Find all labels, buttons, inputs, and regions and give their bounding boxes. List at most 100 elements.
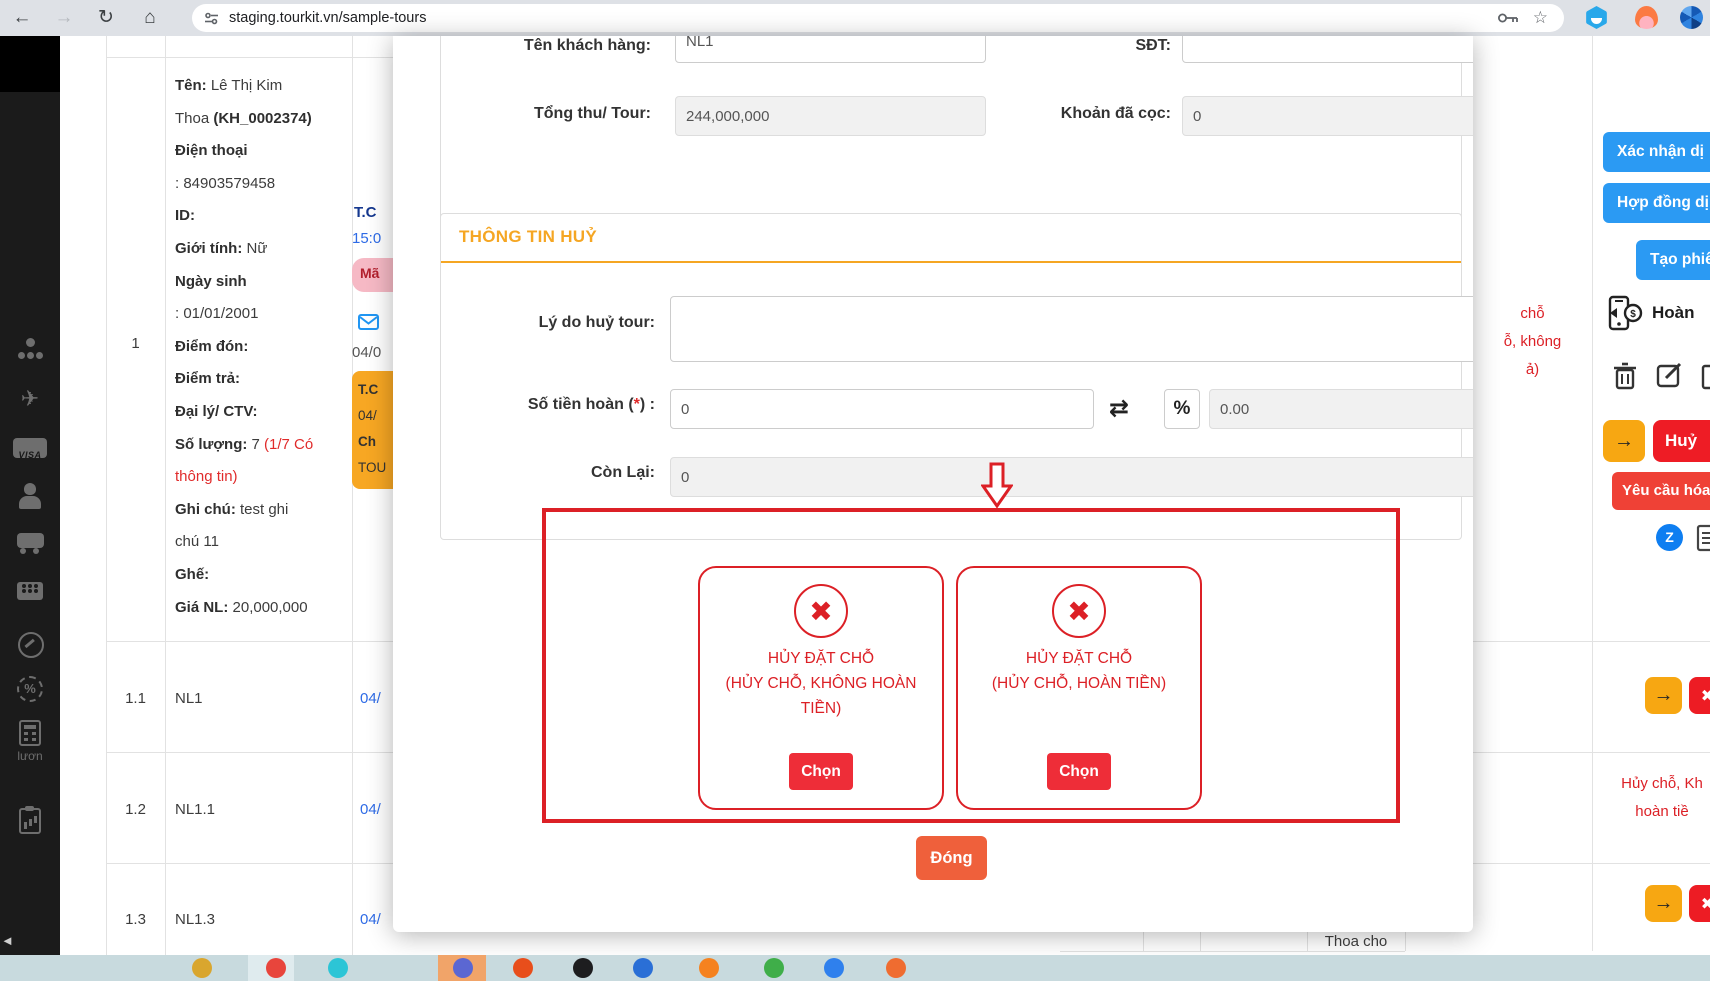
email-icon[interactable]	[358, 314, 379, 330]
confirm-service-button[interactable]: Xác nhận dị	[1603, 132, 1710, 172]
document-icon[interactable]	[1696, 524, 1710, 552]
sidebar-item-airplane[interactable]: ✈	[0, 386, 60, 412]
cancel-reason-textarea[interactable]	[670, 296, 1473, 362]
tour-badge-line: TOU	[358, 455, 393, 481]
row-cancel-note: Hủy chỗ, Kh hoàn tiề	[1598, 770, 1710, 826]
reload-icon[interactable]: ↻	[92, 4, 120, 32]
refund-phone-icon[interactable]: $	[1606, 294, 1644, 332]
extra-action-icon[interactable]	[1700, 362, 1710, 390]
taskbar-app-gold[interactable]	[192, 958, 212, 978]
cancel-no-refund-option[interactable]: ✖ HỦY ĐẶT CHỖ (HỦY CHỖ, KHÔNG HOÀN TIỀN)…	[698, 566, 944, 810]
grid-line	[106, 863, 393, 864]
bookmark-star-icon[interactable]: ☆	[1533, 8, 1548, 28]
address-bar[interactable]: staging.tourkit.vn/sample-tours ☆	[192, 4, 1564, 32]
deposit-label: Khoản đã cọc:	[981, 105, 1171, 123]
taskbar-app-redorange[interactable]	[513, 958, 533, 978]
passenger-name: NL1	[175, 690, 203, 707]
taskbar-app-teal[interactable]	[328, 958, 348, 978]
status-column-strip: T.C 15:0 Mã 04/0 T.C 04/ Ch TOU	[352, 36, 393, 932]
home-icon[interactable]: ⌂	[136, 4, 164, 32]
choose-no-refund-button[interactable]: Chọn	[789, 753, 853, 790]
sidebar-item-discount-percent[interactable]: %	[0, 676, 60, 702]
sidebar-item-visa-card[interactable]: VISA	[0, 435, 60, 458]
status-code: T.C	[354, 204, 377, 221]
taskbar-app-orange[interactable]	[699, 958, 719, 978]
close-modal-button[interactable]: Đóng	[916, 836, 987, 880]
total-revenue-input[interactable]: 244,000,000	[675, 96, 986, 136]
create-receipt-button[interactable]: Tạo phiếu t	[1636, 240, 1710, 280]
row-forward-button[interactable]: →	[1645, 677, 1682, 714]
org-network-icon	[16, 336, 44, 362]
tour-badge-line: Ch	[358, 429, 393, 455]
taskbar-app-lightblue[interactable]	[824, 958, 844, 978]
right-arrow-icon: →	[1614, 430, 1634, 453]
right-arrow-icon: →	[1654, 684, 1674, 707]
refund-amount-input[interactable]: 0	[670, 389, 1094, 429]
trash-icon[interactable]	[1612, 362, 1638, 390]
grid-line	[1405, 932, 1406, 951]
invoice-request-button[interactable]: Yêu cầu hóa	[1612, 472, 1710, 510]
remaining-label: Còn Lại:	[441, 464, 655, 482]
customer-summary-card: Tên khách hàng: NL1 SĐT: Tổng thu/ Tour:…	[440, 36, 1462, 226]
taskbar-app-black[interactable]	[573, 958, 593, 978]
row-cancel-button[interactable]: ✖	[1689, 677, 1710, 714]
taskbar-app-blue[interactable]	[633, 958, 653, 978]
browser-toolbar: ← → ↻ ⌂ staging.tourkit.vn/sample-tours …	[0, 0, 1710, 36]
sidebar-item-bus[interactable]	[0, 530, 60, 556]
sidebar-item-label: lươn	[17, 749, 42, 763]
sidebar-item-kpi-gauge[interactable]	[0, 631, 60, 657]
customer-name-input[interactable]: NL1	[675, 36, 986, 63]
customer-name-label: Tên khách hàng:	[461, 37, 651, 55]
percent-toggle[interactable]: %	[1164, 389, 1200, 429]
tour-badge[interactable]: T.C 04/ Ch TOU	[352, 371, 393, 489]
hexagon-extension-icon[interactable]	[1585, 6, 1608, 29]
grid-line	[106, 641, 393, 642]
option-text: HỦY ĐẶT CHỖ (HỦY CHỖ, HOÀN TIỀN)	[984, 646, 1174, 696]
code-badge[interactable]: Mã	[352, 258, 393, 292]
passenger-name: NL1.1	[175, 801, 215, 818]
cancel-with-refund-option[interactable]: ✖ HỦY ĐẶT CHỖ (HỦY CHỖ, HOÀN TIỀN) Chọn	[956, 566, 1202, 810]
forward-icon[interactable]: →	[50, 4, 78, 32]
sidebar-item-salary-calculator[interactable]: lươn	[0, 720, 60, 763]
grid-line	[1143, 932, 1144, 951]
deposit-input[interactable]: 0	[1182, 96, 1473, 136]
password-key-icon[interactable]	[1497, 11, 1519, 25]
swap-arrows-icon[interactable]: ⇄	[1109, 394, 1129, 423]
discount-percent-icon: %	[17, 676, 43, 702]
sidebar-item-group-chat[interactable]	[0, 580, 60, 606]
choose-refund-button[interactable]: Chọn	[1047, 753, 1111, 790]
collapse-arrow-icon[interactable]: ◄	[1, 933, 14, 948]
sidebar-item-org-network[interactable]	[0, 336, 60, 362]
taskbar-app-indigo[interactable]	[453, 958, 473, 978]
x-circle-icon: ✖	[1052, 584, 1106, 638]
option-text: HỦY ĐẶT CHỖ (HỦY CHỖ, KHÔNG HOÀN TIỀN)	[700, 646, 942, 721]
row-index: 1.2	[106, 801, 165, 818]
passenger-date: 04/	[360, 911, 393, 928]
cancel-info-title: THÔNG TIN HUỶ	[459, 227, 597, 246]
profile-avatar-icon[interactable]	[1680, 6, 1703, 29]
phone-input[interactable]	[1182, 36, 1473, 63]
sidebar-logo-block	[0, 36, 60, 92]
status-time: 15:0	[352, 230, 381, 247]
row-cancel-button[interactable]: ✖	[1689, 885, 1710, 922]
sidebar-item-report-clipboard[interactable]	[0, 808, 60, 834]
cancel-button[interactable]: Huỷ	[1653, 420, 1710, 462]
zalo-icon[interactable]: Z	[1656, 524, 1683, 551]
site-settings-icon[interactable]	[204, 11, 219, 26]
refund-percent-input[interactable]: 0.00	[1209, 389, 1473, 429]
taskbar-app-red[interactable]	[266, 958, 286, 978]
edit-icon[interactable]	[1656, 362, 1684, 390]
taskbar-app-green[interactable]	[764, 958, 784, 978]
partial-row-text: Thoa cho	[1307, 933, 1405, 950]
back-icon[interactable]: ←	[8, 4, 36, 32]
contract-button[interactable]: Hợp đồng dị	[1603, 183, 1710, 223]
airplane-icon: ✈	[16, 386, 44, 412]
app-sidebar: ✈ VISA% lươn ◄	[0, 36, 60, 981]
taskbar-app-vermilion[interactable]	[886, 958, 906, 978]
sidebar-item-driver[interactable]	[0, 483, 60, 509]
forward-action-button[interactable]: →	[1603, 420, 1645, 462]
row-forward-button[interactable]: →	[1645, 885, 1682, 922]
tour-badge-line: T.C	[358, 377, 393, 403]
remaining-input[interactable]: 0	[670, 457, 1473, 497]
flame-extension-icon[interactable]	[1635, 6, 1658, 29]
